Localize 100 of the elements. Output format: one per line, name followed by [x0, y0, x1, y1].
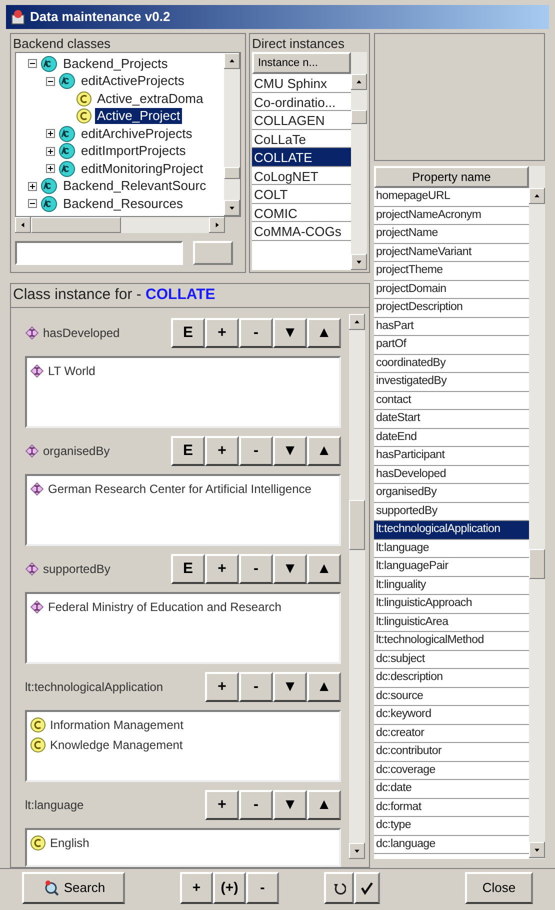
scroll-thumb[interactable] [529, 549, 545, 580]
slot-button[interactable]: ▲ [307, 554, 341, 584]
tree-item[interactable]: Active_extraDoma [95, 90, 206, 107]
slot-label: hasDeveloped [43, 325, 121, 342]
search-field[interactable] [15, 241, 183, 266]
metaclass-icon [58, 143, 76, 160]
slot-button[interactable]: - [239, 436, 273, 466]
expand-toggle[interactable] [46, 146, 55, 156]
tree-item[interactable]: editMonitoringProject [79, 160, 206, 177]
class-icon [30, 737, 46, 754]
list-item[interactable]: COLLATE [252, 148, 351, 167]
slot-button[interactable]: + [205, 790, 239, 820]
slot-button[interactable]: + [205, 436, 239, 466]
value-item[interactable]: Federal Ministry of Education and Research [48, 598, 282, 616]
refresh-icon [332, 880, 346, 895]
scroll-right-button[interactable] [209, 217, 225, 234]
collapse-toggle[interactable] [46, 76, 55, 86]
slot-button[interactable]: - [239, 554, 273, 584]
scroll-up-button[interactable] [224, 53, 240, 70]
instance-icon [30, 600, 44, 614]
scroll-down-button[interactable] [224, 200, 240, 216]
column-header[interactable]: Instance n... [252, 52, 351, 74]
scrollbar[interactable] [349, 314, 365, 860]
panel-title: Class instance for - COLLATE [11, 284, 369, 308]
slot-button[interactable]: ▼ [273, 318, 307, 348]
panel-title: Backend classes [12, 35, 112, 52]
instance-button[interactable]: - [246, 872, 279, 904]
list-item[interactable]: dc:language [374, 836, 529, 854]
expand-toggle[interactable] [46, 129, 55, 138]
slot-button[interactable]: E [171, 318, 205, 348]
revert-button[interactable] [324, 872, 354, 904]
tree-item[interactable]: editImportProjects [79, 143, 188, 160]
blank-button[interactable] [193, 241, 233, 266]
window-title: Data maintenance v0.2 [30, 8, 170, 26]
expand-toggle[interactable] [28, 182, 37, 191]
slot-button[interactable]: + [205, 554, 239, 584]
slot-button[interactable]: ▼ [273, 554, 307, 584]
slot-button[interactable]: ▲ [307, 790, 341, 820]
close-button[interactable]: Close [465, 872, 533, 904]
tree-item[interactable]: Backend_Resources [61, 196, 185, 212]
scroll-up-button[interactable] [349, 314, 365, 330]
metaclass-icon [40, 56, 58, 72]
value-item[interactable]: German Research Center for Artificial Intelligence [48, 480, 312, 498]
slot-button[interactable]: ▼ [273, 436, 307, 466]
scrollbar[interactable] [224, 53, 240, 216]
class-icon [30, 835, 46, 852]
value-item[interactable]: Knowledge Management [50, 736, 183, 754]
column-header[interactable]: Property name [374, 166, 529, 188]
slot-button[interactable]: + [205, 318, 239, 348]
check-icon [360, 880, 374, 895]
value-item[interactable]: English [50, 834, 90, 852]
instance-button[interactable]: + [180, 872, 213, 904]
scrollbar[interactable] [351, 74, 367, 270]
list-item[interactable]: CMU Sphinx [252, 74, 351, 93]
slot-button[interactable]: E [171, 436, 205, 466]
instance-icon [25, 562, 39, 576]
value-item[interactable]: Information Management [50, 716, 184, 734]
scroll-down-button[interactable] [351, 254, 367, 270]
search-button[interactable]: Search [22, 872, 125, 904]
list-item[interactable]: lt:technologicalApplication [374, 521, 529, 540]
metaclass-icon [58, 160, 76, 177]
slot-button[interactable]: ▼ [273, 790, 307, 820]
tree-item[interactable]: editActiveProjects [79, 73, 186, 90]
slot-button[interactable]: - [239, 790, 273, 820]
list-item[interactable]: homepageURL [374, 188, 529, 207]
tree-item[interactable]: Backend_RelevantSourc [61, 178, 208, 194]
instance-icon [25, 326, 39, 340]
instance-button[interactable]: (+) [213, 872, 246, 904]
apply-button[interactable] [354, 872, 380, 904]
instance-icon [30, 482, 44, 496]
tree-item[interactable]: Backend_Projects [61, 56, 170, 72]
value-item[interactable]: LT World [48, 362, 96, 380]
metaclass-icon [58, 126, 76, 142]
slot-button[interactable]: - [239, 318, 273, 348]
slot-button[interactable]: + [205, 672, 239, 702]
scroll-thumb[interactable] [31, 217, 121, 234]
collapse-toggle[interactable] [28, 59, 37, 68]
scroll-thumb[interactable] [224, 167, 240, 180]
scroll-down-button[interactable] [529, 842, 545, 858]
expand-toggle[interactable] [46, 164, 55, 174]
slot-button[interactable]: ▼ [273, 672, 307, 702]
scroll-thumb[interactable] [351, 110, 367, 124]
scroll-up-button[interactable] [529, 188, 545, 204]
tree-item[interactable]: editArchiveProjects [79, 126, 194, 142]
scroll-down-button[interactable] [349, 843, 365, 860]
scroll-left-button[interactable] [15, 217, 31, 234]
scrollbar[interactable] [529, 188, 545, 858]
scroll-thumb[interactable] [349, 500, 365, 550]
slot-label: lt:technologicalApplication [25, 679, 164, 696]
scroll-up-button[interactable] [351, 74, 367, 90]
slot-button[interactable]: - [239, 672, 273, 702]
tree-item[interactable]: Active_Project [95, 108, 182, 124]
metaclass-icon [40, 178, 58, 194]
slot-button[interactable]: E [171, 554, 205, 584]
slot-label: supportedBy [43, 561, 112, 578]
collapse-toggle[interactable] [28, 199, 37, 208]
slot-button[interactable]: ▲ [307, 672, 341, 702]
scrollbar[interactable] [15, 217, 225, 234]
slot-button[interactable]: ▲ [307, 318, 341, 348]
slot-button[interactable]: ▲ [307, 436, 341, 466]
